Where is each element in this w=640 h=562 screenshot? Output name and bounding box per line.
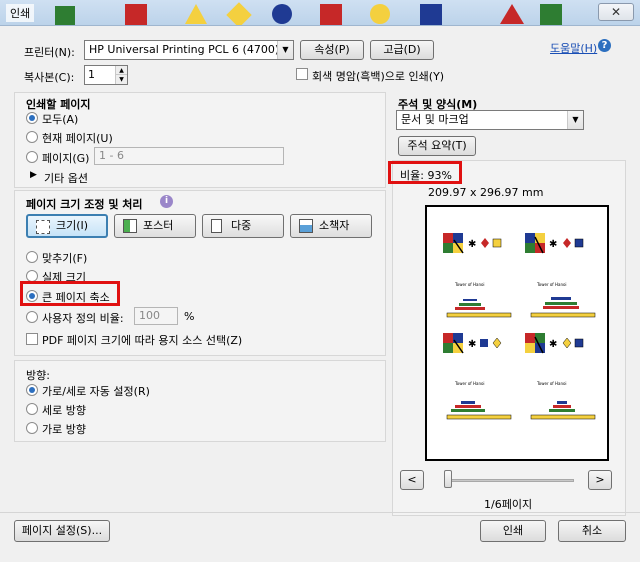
thumbnail-caption: Tower of Hanoi [454, 381, 485, 386]
expand-arrow-icon[interactable]: ▶ [30, 170, 37, 180]
radio-auto-orientation[interactable] [26, 384, 38, 396]
radio-portrait[interactable] [26, 403, 38, 415]
more-options-toggle[interactable]: 기타 옵션 [44, 170, 88, 186]
booklet-icon [299, 219, 313, 233]
poster-icon [123, 219, 137, 233]
percent-label: % [184, 310, 195, 323]
pdf-paper-source-checkbox[interactable] [26, 333, 38, 345]
print-button[interactable]: 인쇄 [480, 520, 546, 542]
radio-landscape[interactable] [26, 422, 38, 434]
page-slider-thumb[interactable] [444, 470, 452, 488]
page-setup-button[interactable]: 페이지 설정(S)... [14, 520, 110, 542]
highlight-box [20, 281, 120, 306]
background-decoration [125, 4, 147, 25]
svg-text:✱: ✱ [468, 239, 476, 250]
tool-booklet-label: 소책자 [319, 219, 350, 232]
close-icon: ✕ [610, 5, 622, 19]
page-slider-track[interactable] [444, 479, 574, 482]
background-decoration [500, 4, 524, 24]
background-decoration [370, 4, 390, 24]
radio-all-label: 모두(A) [42, 113, 79, 126]
close-button[interactable]: ✕ [598, 3, 634, 21]
window-title: 인쇄 [6, 4, 35, 22]
thumbnail-caption: Tower of Hanoi [536, 282, 567, 287]
copies-input[interactable]: 1 [88, 68, 95, 81]
previous-page-button[interactable]: < [400, 470, 424, 490]
chevron-right-icon: > [595, 473, 605, 486]
thumbnail-caption: Tower of Hanoi [454, 282, 485, 287]
tool-booklet-button[interactable]: 소책자 [290, 214, 372, 238]
page-range-input[interactable]: 1 - 6 [94, 147, 284, 165]
tool-size-button[interactable]: 크기(I) [26, 214, 108, 238]
summarize-comments-button[interactable]: 주석 요약(T) [398, 136, 476, 156]
tool-multiple-button[interactable]: 다중 [202, 214, 284, 238]
radio-custom-scale[interactable] [26, 311, 38, 323]
highlight-box [388, 161, 462, 184]
radio-custom-scale-label: 사용자 정의 비율: [42, 312, 124, 325]
printer-select[interactable]: HP Universal Printing PCL 6 (4700) ▼ [84, 40, 294, 60]
radio-all[interactable] [26, 112, 38, 124]
chevron-down-icon: ▼ [567, 111, 583, 129]
stepper-up-icon[interactable]: ▲ [115, 66, 127, 75]
preview-thumbnail: ✱ ✱ Tower of Hanoi Tower of Hanoi ✱ ✱ To… [443, 233, 596, 420]
svg-text:✱: ✱ [468, 339, 476, 350]
tool-poster-button[interactable]: 포스터 [114, 214, 196, 238]
print-preview-page: ✱ ✱ Tower of Hanoi Tower of Hanoi ✱ ✱ To… [425, 205, 609, 461]
radio-landscape-label: 가로 방향 [42, 423, 86, 436]
copies-label: 복사본(C): [24, 71, 75, 84]
background-decoration [272, 4, 292, 24]
help-icon[interactable]: ? [598, 39, 611, 52]
properties-button[interactable]: 속성(P) [300, 40, 364, 60]
chevron-down-icon: ▼ [277, 41, 293, 59]
printer-label: 프린터(N): [24, 46, 75, 59]
stepper-down-icon[interactable]: ▼ [115, 75, 127, 84]
radio-current-page-label: 현재 페이지(U) [42, 132, 113, 145]
page-sizing-heading: 페이지 크기 조정 및 처리 [26, 198, 143, 211]
paper-size-readout: 209.97 x 296.97 mm [428, 186, 544, 199]
background-decoration [55, 6, 75, 25]
info-icon[interactable]: i [160, 195, 173, 208]
radio-auto-orientation-label: 가로/세로 자동 설정(R) [42, 385, 150, 398]
thumbnail-caption: Tower of Hanoi [536, 381, 567, 386]
advanced-button[interactable]: 고급(D) [370, 40, 434, 60]
next-page-button[interactable]: > [588, 470, 612, 490]
background-decoration [226, 2, 252, 25]
pages-heading: 인쇄할 페이지 [26, 98, 91, 111]
tool-poster-label: 포스터 [143, 219, 174, 232]
tool-size-label: 크기(I) [56, 219, 89, 232]
radio-fit[interactable] [26, 251, 38, 263]
radio-pages[interactable] [26, 151, 38, 163]
svg-text:✱: ✱ [549, 339, 557, 350]
tool-multiple-label: 다중 [231, 219, 252, 232]
radio-pages-label: 페이지(G) [42, 152, 90, 165]
cancel-button[interactable]: 취소 [558, 520, 626, 542]
orientation-heading: 방향: [26, 369, 50, 382]
help-link[interactable]: 도움말(H) [550, 40, 597, 56]
svg-text:✱: ✱ [549, 239, 557, 250]
footer-divider [0, 512, 640, 513]
grayscale-label: 회색 명암(흑백)으로 인쇄(Y) [312, 70, 445, 83]
custom-scale-input[interactable]: 100 [134, 307, 178, 325]
radio-fit-label: 맞추기(F) [42, 252, 88, 265]
background-decoration [540, 4, 562, 25]
copies-stepper[interactable]: 1 ▲ ▼ [84, 65, 128, 85]
radio-current-page[interactable] [26, 131, 38, 143]
background-decoration [420, 4, 442, 25]
background-decoration [320, 4, 342, 25]
printer-value: HP Universal Printing PCL 6 (4700) [89, 43, 280, 56]
radio-portrait-label: 세로 방향 [42, 404, 86, 417]
size-icon [36, 220, 50, 234]
multiple-pages-icon [211, 219, 222, 233]
chevron-left-icon: < [407, 473, 417, 486]
comments-select[interactable]: 문서 및 마크업 ▼ [396, 110, 584, 130]
pdf-paper-source-label: PDF 페이지 크기에 따라 용지 소스 선택(Z) [42, 334, 243, 347]
background-decoration [185, 4, 207, 24]
grayscale-checkbox[interactable] [296, 68, 308, 80]
comments-value: 문서 및 마크업 [401, 113, 469, 126]
title-bar: 인쇄 ✕ [0, 0, 640, 26]
page-status: 1/6페이지 [484, 498, 533, 511]
